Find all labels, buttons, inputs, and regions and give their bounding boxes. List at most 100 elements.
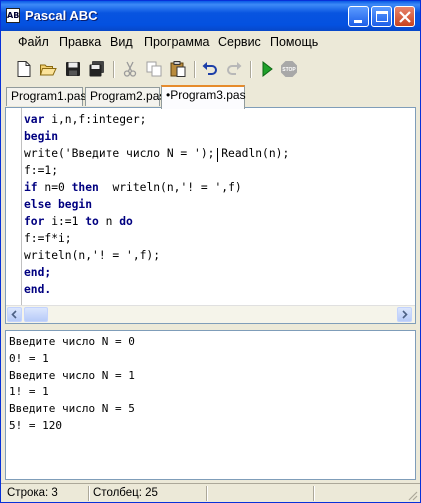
output-line: 1! = 1 (9, 385, 49, 399)
code-keyword: else begin (24, 198, 93, 211)
code-editor[interactable]: var i,n,f:integer; begin write('Введите чи… (5, 107, 416, 324)
maximize-button[interactable] (371, 6, 392, 27)
redo-button[interactable] (225, 60, 243, 78)
scroll-right-button[interactable] (397, 307, 412, 322)
menu-program[interactable]: Программа (144, 35, 210, 49)
text-caret (217, 148, 218, 162)
code-token: n=0 (37, 181, 72, 194)
menu-help[interactable]: Помощь (270, 35, 318, 49)
tab-program1[interactable]: Program1.pas (6, 87, 86, 106)
menu-service[interactable]: Сервис (218, 35, 261, 49)
code-line: if n=0 then writeln(n,'! = ',f) (24, 179, 289, 196)
scroll-thumb[interactable] (24, 307, 48, 322)
code-keyword: for (24, 215, 45, 228)
tab-program3[interactable]: •Program3.pas (161, 85, 246, 109)
resize-grip-icon[interactable] (406, 489, 418, 501)
chevron-left-icon (11, 310, 17, 319)
menu-bar: Файл Правка Вид Программа Сервис Помощь (1, 31, 420, 54)
code-token: i,n,f:integer; (44, 113, 147, 126)
code-line: write('Введите число N = '); Readln(n); (24, 145, 289, 162)
stop-button[interactable]: STOP (280, 60, 298, 78)
code-token: i:=1 (44, 215, 86, 228)
code-keyword: do (119, 215, 133, 228)
output-line: 5! = 120 (9, 418, 62, 432)
paste-button[interactable] (169, 60, 187, 78)
menu-file[interactable]: Файл (18, 35, 49, 49)
minimize-button[interactable] (348, 6, 369, 27)
close-icon (399, 11, 411, 23)
code-line: var i,n,f:integer; (24, 111, 289, 128)
toolbar-separator (250, 61, 252, 78)
menu-view[interactable]: Вид (110, 35, 133, 49)
close-button[interactable] (394, 6, 415, 27)
new-file-icon (17, 61, 31, 77)
status-column: Столбец: 25 (93, 487, 158, 499)
save-all-icon (89, 61, 104, 77)
code-token: f:=1; (24, 164, 59, 177)
code-line: f:=1; (24, 162, 289, 179)
cut-button[interactable] (121, 60, 139, 78)
file-tabs: Program1.pas Program2.pas •Program3.pas (1, 85, 420, 109)
tab-program2[interactable]: Program2.pas (85, 87, 165, 106)
svg-text:STOP: STOP (282, 67, 296, 73)
code-line: else begin (24, 196, 289, 213)
code-keyword: then (71, 181, 99, 194)
code-line: writeln(n,'! = ',f); (24, 247, 289, 264)
toolbar-separator (113, 61, 115, 78)
undo-icon (202, 62, 217, 75)
output-line: Введите число N = 5 (9, 402, 135, 416)
code-token: write('Введите число N = '); Readln(n); (24, 147, 290, 160)
code-keyword: end; (24, 266, 52, 279)
save-button[interactable] (64, 60, 82, 78)
code-line: f:=f*i; (24, 230, 289, 247)
status-divider (206, 486, 208, 501)
output-panel[interactable]: Введите число N = 0 0! = 1 Введите число N… (5, 330, 416, 480)
code-token: f:=f*i; (24, 232, 72, 245)
chevron-right-icon (402, 310, 408, 319)
redo-icon (227, 62, 242, 75)
status-bar: Строка: 3 Столбец: 25 (1, 483, 420, 502)
toolbar: STOP (1, 57, 420, 83)
code-line: begin (24, 128, 289, 145)
code-line: for i:=1 to n do (24, 213, 289, 230)
save-icon (66, 62, 80, 76)
code-token: n (98, 215, 120, 228)
cut-icon (123, 61, 137, 77)
open-button[interactable] (39, 60, 57, 78)
code-text[interactable]: var i,n,f:integer; begin write('Введите чи… (24, 111, 289, 298)
status-divider (313, 486, 315, 501)
code-keyword: begin (24, 130, 59, 143)
undo-button[interactable] (201, 60, 219, 78)
horizontal-scrollbar[interactable] (6, 305, 415, 323)
code-token: writeln(n,'! = ',f); (24, 249, 161, 262)
stop-icon: STOP (281, 61, 297, 77)
status-row: Строка: 3 (7, 487, 58, 499)
copy-button[interactable] (145, 60, 163, 78)
maximize-icon (376, 11, 388, 22)
menu-edit[interactable]: Правка (59, 35, 101, 49)
toolbar-separator (194, 61, 196, 78)
copy-icon (146, 61, 162, 77)
code-token: writeln(n,'! = ',f) (98, 181, 242, 194)
run-icon (262, 60, 273, 78)
code-line: end. (24, 281, 289, 298)
new-file-button[interactable] (15, 60, 33, 78)
output-line: Введите число N = 1 (9, 368, 135, 382)
open-folder-icon (39, 64, 57, 76)
window-title: Pascal ABC (25, 8, 98, 23)
editor-gutter (6, 108, 22, 305)
title-bar[interactable]: AB Pascal ABC (1, 1, 420, 31)
output-line: 0! = 1 (9, 351, 49, 365)
scroll-left-button[interactable] (7, 307, 22, 322)
run-button[interactable] (258, 60, 276, 78)
code-keyword: to (85, 215, 99, 228)
app-icon: AB (6, 8, 20, 23)
code-keyword: var (24, 113, 45, 126)
save-all-button[interactable] (88, 60, 106, 78)
code-keyword: if (24, 181, 38, 194)
paste-icon (170, 61, 186, 77)
minimize-icon (354, 20, 362, 23)
code-line: end; (24, 264, 289, 281)
output-text: Введите число N = 0 0! = 1 Введите число N… (9, 334, 135, 435)
status-divider (88, 486, 90, 501)
